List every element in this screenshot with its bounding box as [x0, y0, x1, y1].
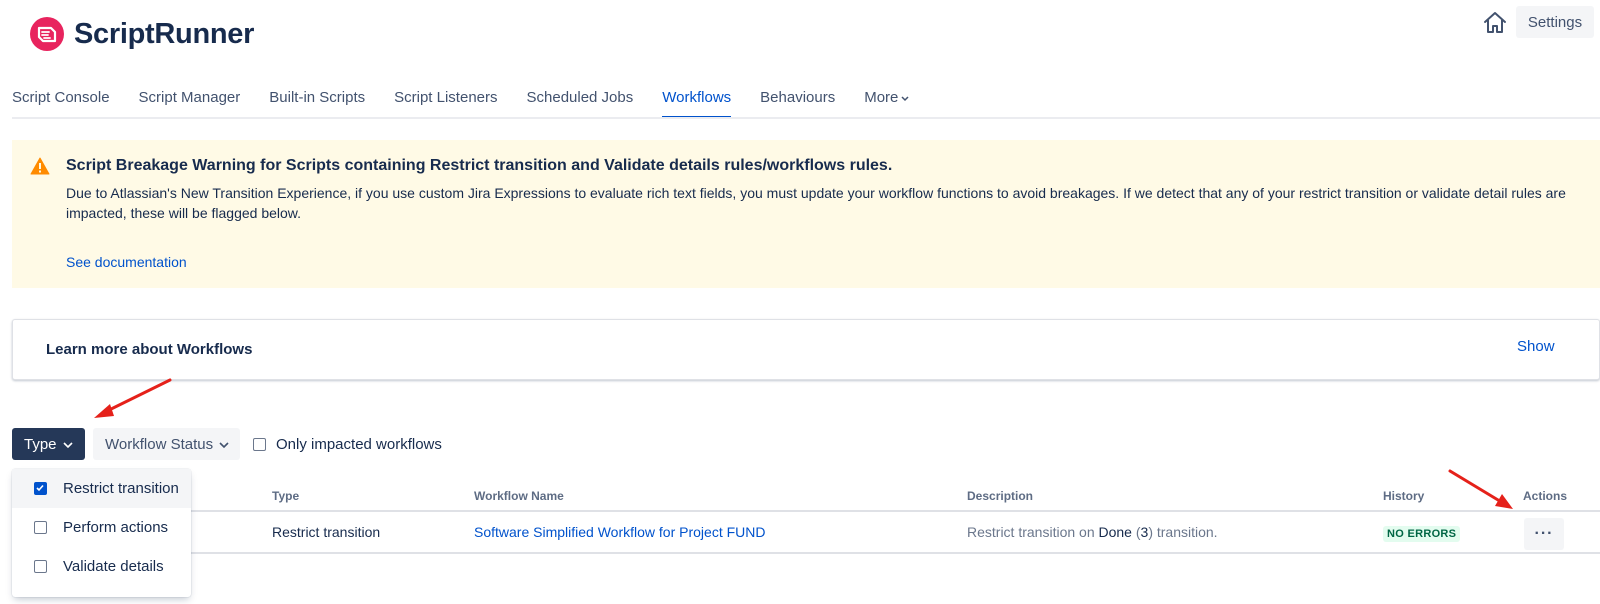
tab-behaviours[interactable]: Behaviours [760, 84, 835, 118]
status-badge: NO ERRORS [1383, 526, 1461, 542]
tab-scheduled-jobs[interactable]: Scheduled Jobs [527, 84, 634, 118]
description-prefix: Restrict transition on [967, 524, 1099, 540]
description-status: Done [1098, 524, 1132, 540]
tab-script-console[interactable]: Script Console [12, 84, 110, 118]
tab-workflows[interactable]: Workflows [662, 84, 731, 118]
only-impacted-toggle[interactable]: Only impacted workflows [253, 436, 442, 453]
type-filter-dropdown: Restrict transition Perform actions Vali… [12, 469, 191, 597]
column-header-workflow-name[interactable]: Workflow Name [474, 489, 564, 503]
column-header-type[interactable]: Type [272, 489, 299, 503]
row-type: Restrict transition [272, 524, 381, 540]
see-documentation-link[interactable]: See documentation [66, 254, 187, 270]
column-header-history[interactable]: History [1383, 489, 1424, 503]
chevron-down-icon [219, 436, 229, 453]
main-nav: Script Console Script Manager Built-in S… [12, 84, 938, 118]
perform-actions-checkbox[interactable] [34, 521, 47, 534]
warning-title: Script Breakage Warning for Scripts cont… [66, 157, 893, 174]
type-option-validate-details[interactable]: Validate details [12, 547, 191, 586]
warning-icon [30, 157, 50, 175]
type-option-restrict-transition[interactable]: Restrict transition [12, 469, 191, 508]
workflow-status-label: Workflow Status [105, 435, 214, 453]
type-filter-label: Type [24, 435, 57, 453]
workflow-status-filter-button[interactable]: Workflow Status [93, 428, 240, 460]
scriptrunner-logo-icon [30, 17, 64, 51]
chevron-down-icon [62, 436, 73, 453]
tab-built-in-scripts[interactable]: Built-in Scripts [269, 84, 365, 118]
row-description: Restrict transition on Done (3) transiti… [967, 524, 1218, 540]
settings-button[interactable]: Settings [1516, 6, 1594, 38]
type-filter-button[interactable]: Type [12, 428, 85, 460]
validate-details-checkbox[interactable] [34, 560, 47, 573]
type-option-label: Validate details [63, 558, 164, 575]
only-impacted-checkbox[interactable] [253, 438, 266, 451]
table-row-divider [12, 552, 1600, 554]
more-actions-button[interactable]: ··· [1524, 518, 1564, 550]
workflow-name-link[interactable]: Software Simplified Workflow for Project… [474, 524, 765, 540]
tab-more-label: More [864, 89, 899, 106]
scriptrunner-logo[interactable]: ScriptRunner [30, 17, 254, 51]
table-header-divider [12, 510, 1600, 512]
type-option-perform-actions[interactable]: Perform actions [12, 508, 191, 547]
learn-more-title: Learn more about Workflows [46, 341, 253, 358]
app-name: ScriptRunner [74, 17, 255, 50]
tab-script-manager[interactable]: Script Manager [139, 84, 241, 118]
annotation-arrow-actions [1448, 469, 1513, 509]
tab-more[interactable]: More [864, 84, 909, 118]
description-open: ( [1131, 524, 1141, 540]
chevron-down-icon [901, 94, 909, 105]
learn-more-panel: Learn more about Workflows Show [12, 319, 1600, 380]
warning-body: Due to Atlassian's New Transition Experi… [66, 185, 1566, 221]
tab-script-listeners[interactable]: Script Listeners [394, 84, 497, 118]
learn-more-show-link[interactable]: Show [1517, 338, 1555, 355]
restrict-transition-checkbox[interactable] [34, 482, 47, 495]
description-suffix: ) transition. [1148, 524, 1218, 540]
type-option-label: Restrict transition [63, 480, 179, 497]
home-icon[interactable] [1482, 10, 1508, 36]
annotation-arrow-type [94, 378, 172, 418]
only-impacted-label: Only impacted workflows [276, 436, 442, 453]
column-header-description[interactable]: Description [967, 489, 1033, 503]
column-header-actions: Actions [1523, 489, 1568, 503]
breakage-warning-banner: Script Breakage Warning for Scripts cont… [12, 140, 1600, 288]
nav-divider [12, 117, 1600, 119]
type-option-label: Perform actions [63, 519, 169, 536]
